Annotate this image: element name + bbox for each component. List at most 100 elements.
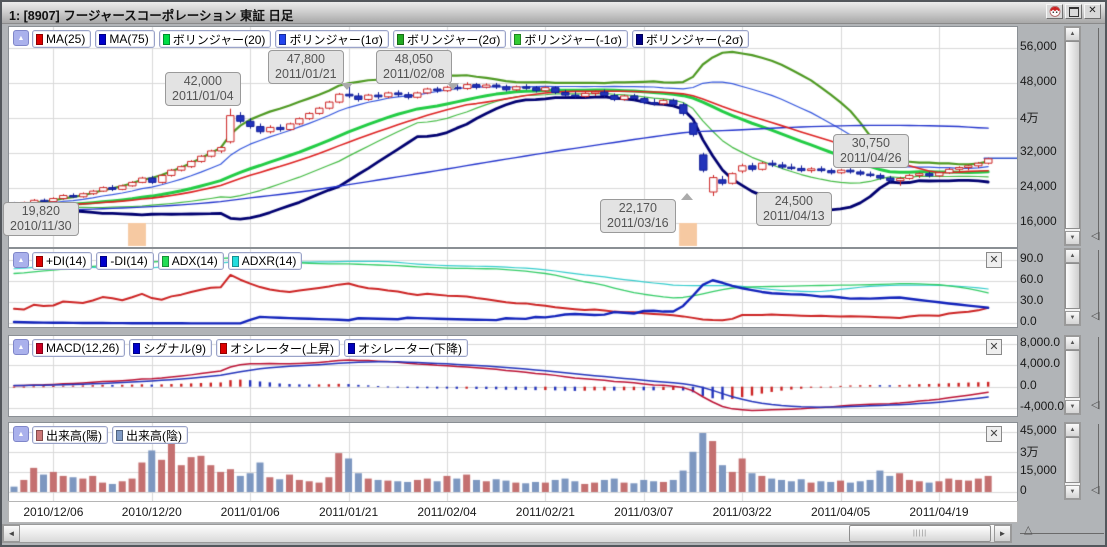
legend-label: ボリンジャー(1σ) (289, 31, 382, 48)
horizontal-scrollbar[interactable]: ◄ ||||| ► (2, 524, 1012, 543)
price-ytick-label: 48,000 (1020, 74, 1057, 88)
thumb-grip-icon: ||||| (913, 530, 927, 537)
x-axis-date-label: 2011/01/06 (205, 505, 295, 519)
legend-label: ボリンジャー(2σ) (407, 31, 500, 48)
volume-legend-button-0[interactable]: 出来高(陽) (32, 426, 108, 444)
legend-label: シグナル(9) (143, 340, 206, 357)
volume-ytick-label: 3万 (1020, 443, 1039, 460)
legend-label: ボリンジャー(-1σ) (524, 31, 621, 48)
volume-ytick-label: 15,000 (1020, 463, 1057, 477)
dmi-legend-button-0[interactable]: +DI(14) (32, 252, 92, 270)
dmi-ytick-label: 0.0 (1020, 314, 1037, 328)
x-axis-date-label: 2011/04/19 (894, 505, 984, 519)
price-legend-button-1[interactable]: MA(75) (95, 30, 154, 48)
scroll-up-button[interactable]: ▲ (1065, 423, 1080, 437)
price-legend-button-6[interactable]: ボリンジャー(-2σ) (632, 30, 749, 48)
scrollbar-thumb[interactable] (1065, 263, 1080, 309)
legend-label: 出来高(陰) (126, 427, 182, 444)
close-panel-button[interactable]: ✕ (986, 252, 1002, 268)
collapse-panel-button[interactable]: ▲ (13, 252, 29, 268)
collapse-panel-button[interactable]: ▲ (13, 30, 29, 46)
macd-legend: MACD(12,26) シグナル(9) オシレーター(上昇) オシレーター(下降) (32, 339, 468, 357)
price-legend-button-2[interactable]: ボリンジャー(20) (159, 30, 272, 48)
maximize-button[interactable] (1065, 4, 1082, 19)
price-legend-button-5[interactable]: ボリンジャー(-1σ) (510, 30, 627, 48)
volume-vzoom-handle-icon[interactable]: ◁ (1091, 485, 1099, 495)
close-panel-button[interactable]: ✕ (986, 426, 1002, 442)
annotation-date: 2011/04/26 (840, 151, 902, 166)
scroll-left-button[interactable]: ◄ (3, 525, 20, 542)
scroll-down-button[interactable]: ▼ (1065, 311, 1080, 325)
dmi-ytick-label: 30.0 (1020, 293, 1043, 307)
scrollbar-thumb[interactable] (1065, 41, 1080, 229)
macd-legend-button-2[interactable]: オシレーター(上昇) (216, 339, 340, 357)
collapse-panel-button[interactable]: ▲ (13, 339, 29, 355)
hzoom-slider[interactable] (1020, 533, 1104, 534)
dmi-ytick-label: 60.0 (1020, 272, 1043, 286)
price-legend-button-3[interactable]: ボリンジャー(1σ) (275, 30, 388, 48)
price-vzoom-slider[interactable] (1098, 28, 1099, 240)
legend-swatch-icon (162, 256, 169, 267)
volume-legend-button-1[interactable]: 出来高(陰) (112, 426, 188, 444)
legend-label: ボリンジャー(20) (173, 31, 266, 48)
annotation-date: 2011/04/13 (763, 209, 825, 224)
macd-legend-button-0[interactable]: MACD(12,26) (32, 339, 125, 357)
scroll-up-button[interactable]: ▲ (1065, 336, 1080, 350)
x-axis-date-label: 2011/03/22 (697, 505, 787, 519)
dmi-legend-button-1[interactable]: -DI(14) (96, 252, 153, 270)
annotation-date: 2010/11/30 (10, 219, 72, 234)
window-title: 1: [8907] フージャースコーポレーション 東証 日足 (9, 5, 293, 24)
price-vzoom-handle-icon[interactable]: ◁ (1091, 231, 1099, 241)
annotation-price: 19,820 (10, 204, 72, 219)
macd-chart-panel: ▲ MACD(12,26) シグナル(9) オシレーター(上昇) オシレーター(下降)… (8, 335, 1018, 417)
scroll-down-button[interactable]: ▼ (1065, 400, 1080, 414)
dmi-vzoom-handle-icon[interactable]: ◁ (1091, 311, 1099, 321)
title-bar[interactable]: 1: [8907] フージャースコーポレーション 東証 日足 ✕ (2, 2, 1105, 24)
annotation-pointer-icon (681, 193, 693, 200)
close-panel-button[interactable]: ✕ (986, 339, 1002, 355)
scroll-up-button[interactable]: ▲ (1065, 249, 1080, 263)
dmi-legend-button-3[interactable]: ADXR(14) (228, 252, 303, 270)
price-legend-button-4[interactable]: ボリンジャー(2σ) (393, 30, 506, 48)
macd-panel-vscrollbar[interactable]: ▲ ▼ (1064, 335, 1081, 415)
scroll-down-button[interactable]: ▼ (1065, 485, 1080, 499)
price-ytick-label: 32,000 (1020, 144, 1057, 158)
hscrollbar-thumb[interactable]: ||||| (849, 525, 991, 542)
volume-panel-vscrollbar[interactable]: ▲ ▼ (1064, 422, 1081, 500)
macd-legend-button-1[interactable]: シグナル(9) (129, 339, 212, 357)
price-legend: MA(25)MA(75) ボリンジャー(20) ボリンジャー(1σ) ボリンジャー(2… (32, 30, 749, 48)
volume-legend: 出来高(陽) 出来高(陰) (32, 426, 188, 444)
price-panel-vscrollbar[interactable]: ▲ ▼ (1064, 26, 1081, 246)
dmi-legend-button-2[interactable]: ADX(14) (158, 252, 224, 270)
hzoom-handle-icon[interactable]: △ (1024, 525, 1032, 535)
legend-swatch-icon (36, 343, 43, 354)
macd-ytick-label: 4,000.0 (1020, 356, 1060, 370)
annotation-price: 24,500 (763, 194, 825, 209)
mascot-face-icon (1049, 5, 1061, 17)
dmi-ytick-label: 90.0 (1020, 251, 1043, 265)
scroll-down-button[interactable]: ▼ (1065, 231, 1080, 245)
annotation-date: 2011/02/08 (383, 67, 445, 82)
legend-swatch-icon (232, 256, 239, 267)
mascot-icon[interactable] (1046, 4, 1063, 19)
annotation-date: 2011/01/04 (172, 89, 234, 104)
collapse-panel-button[interactable]: ▲ (13, 426, 29, 442)
price-legend-button-0[interactable]: MA(25) (32, 30, 91, 48)
scroll-up-button[interactable]: ▲ (1065, 27, 1080, 41)
x-axis-labels: 2010/12/062010/12/202011/01/062011/01/21… (8, 501, 1018, 523)
macd-vzoom-handle-icon[interactable]: ◁ (1091, 400, 1099, 410)
legend-swatch-icon (514, 34, 521, 45)
annotation-callout: 24,5002011/04/13 (756, 192, 832, 226)
close-window-button[interactable]: ✕ (1084, 4, 1101, 19)
annotation-callout: 19,8202010/11/30 (3, 202, 79, 236)
legend-label: オシレーター(上昇) (230, 340, 334, 357)
legend-swatch-icon (36, 256, 43, 267)
scrollbar-thumb[interactable] (1065, 437, 1080, 483)
scrollbar-thumb[interactable] (1065, 350, 1080, 398)
annotation-date: 2011/01/21 (275, 67, 337, 82)
volume-ytick-label: 0 (1020, 483, 1027, 497)
dmi-panel-vscrollbar[interactable]: ▲ ▼ (1064, 248, 1081, 326)
macd-legend-button-3[interactable]: オシレーター(下降) (344, 339, 468, 357)
legend-swatch-icon (636, 34, 643, 45)
scroll-right-button[interactable]: ► (994, 525, 1011, 542)
